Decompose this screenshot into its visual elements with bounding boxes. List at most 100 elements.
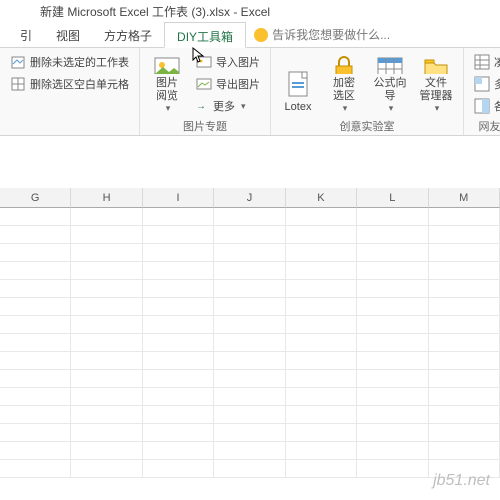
cell[interactable] <box>71 316 142 334</box>
col-hdr[interactable]: L <box>357 188 428 208</box>
cell[interactable] <box>143 406 214 424</box>
delete-unselected-sheets-button[interactable]: 删除未选定的工作表 <box>6 52 133 72</box>
col-hdr[interactable]: J <box>214 188 285 208</box>
cell[interactable] <box>214 352 285 370</box>
cell[interactable] <box>143 442 214 460</box>
cell[interactable] <box>429 442 500 460</box>
cell[interactable] <box>0 226 71 244</box>
picture-view-button[interactable]: 图片 阅览 <box>146 52 188 116</box>
cell[interactable] <box>286 388 357 406</box>
cell[interactable] <box>214 406 285 424</box>
cell[interactable] <box>357 262 428 280</box>
cell[interactable] <box>429 424 500 442</box>
cell[interactable] <box>214 280 285 298</box>
cell[interactable] <box>0 370 71 388</box>
cell[interactable] <box>71 226 142 244</box>
cell[interactable] <box>71 244 142 262</box>
delete-blank-cells-button[interactable]: 删除选区空白单元格 <box>6 74 133 94</box>
cell[interactable] <box>286 424 357 442</box>
cell[interactable] <box>71 352 142 370</box>
cell[interactable] <box>286 442 357 460</box>
cell[interactable] <box>214 244 285 262</box>
cell[interactable] <box>286 352 357 370</box>
tab-partial[interactable]: 引 <box>8 22 44 47</box>
col-hdr[interactable]: M <box>429 188 500 208</box>
cell[interactable] <box>71 442 142 460</box>
cell[interactable] <box>357 424 428 442</box>
cell[interactable] <box>286 460 357 478</box>
cell[interactable] <box>0 460 71 478</box>
cell[interactable] <box>0 424 71 442</box>
cell[interactable] <box>0 352 71 370</box>
cell[interactable] <box>357 406 428 424</box>
cell[interactable] <box>71 208 142 226</box>
cell[interactable] <box>357 226 428 244</box>
cell[interactable] <box>286 226 357 244</box>
cell[interactable] <box>429 334 500 352</box>
cell[interactable] <box>357 280 428 298</box>
more-button[interactable]: 更多 <box>192 96 264 116</box>
cell[interactable] <box>143 298 214 316</box>
cell[interactable] <box>143 316 214 334</box>
cell[interactable] <box>143 460 214 478</box>
cell[interactable] <box>214 298 285 316</box>
cell[interactable] <box>357 208 428 226</box>
file-manager-button[interactable]: 文件 管理器 <box>415 52 457 116</box>
cell[interactable] <box>71 424 142 442</box>
cell[interactable] <box>286 262 357 280</box>
cell[interactable] <box>143 334 214 352</box>
cell[interactable] <box>214 316 285 334</box>
cell[interactable] <box>0 280 71 298</box>
cell[interactable] <box>429 406 500 424</box>
cell[interactable] <box>143 352 214 370</box>
cell[interactable] <box>286 208 357 226</box>
formula-wizard-button[interactable]: 公式向 导 <box>369 52 411 116</box>
lotex-button[interactable]: Lotex <box>277 52 319 116</box>
cell[interactable] <box>429 244 500 262</box>
multi-region-sum-button[interactable]: 多区域汇总 <box>470 74 500 94</box>
tab-ffgz[interactable]: 方方格子 <box>92 22 164 47</box>
cell[interactable] <box>429 388 500 406</box>
cell[interactable] <box>214 460 285 478</box>
cell[interactable] <box>71 334 142 352</box>
cell[interactable] <box>71 388 142 406</box>
grid[interactable] <box>0 208 500 478</box>
cell[interactable] <box>429 208 500 226</box>
col-hdr[interactable]: H <box>71 188 142 208</box>
cell[interactable] <box>357 442 428 460</box>
cell[interactable] <box>214 370 285 388</box>
cell[interactable] <box>71 298 142 316</box>
cell[interactable] <box>286 316 357 334</box>
cell[interactable] <box>71 370 142 388</box>
cell[interactable] <box>0 244 71 262</box>
cell[interactable] <box>429 316 500 334</box>
cell[interactable] <box>286 298 357 316</box>
cell[interactable] <box>214 442 285 460</box>
cell[interactable] <box>71 280 142 298</box>
cell[interactable] <box>286 334 357 352</box>
cell[interactable] <box>357 370 428 388</box>
cell[interactable] <box>71 406 142 424</box>
cell[interactable] <box>0 388 71 406</box>
cell[interactable] <box>429 226 500 244</box>
cell[interactable] <box>429 280 500 298</box>
cell[interactable] <box>0 316 71 334</box>
cell[interactable] <box>0 334 71 352</box>
cell[interactable] <box>429 298 500 316</box>
tab-view[interactable]: 视图 <box>44 22 92 47</box>
cell[interactable] <box>0 442 71 460</box>
cell[interactable] <box>0 208 71 226</box>
cell[interactable] <box>143 208 214 226</box>
cell[interactable] <box>214 226 285 244</box>
encrypt-selection-button[interactable]: 加密 选区 <box>323 52 365 116</box>
cell[interactable] <box>429 352 500 370</box>
cell[interactable] <box>71 460 142 478</box>
cell[interactable] <box>357 334 428 352</box>
col-hdr[interactable]: G <box>0 188 71 208</box>
cell[interactable] <box>214 334 285 352</box>
cell[interactable] <box>214 424 285 442</box>
cell[interactable] <box>0 262 71 280</box>
cell[interactable] <box>0 298 71 316</box>
cell[interactable] <box>214 388 285 406</box>
col-hdr[interactable]: I <box>143 188 214 208</box>
